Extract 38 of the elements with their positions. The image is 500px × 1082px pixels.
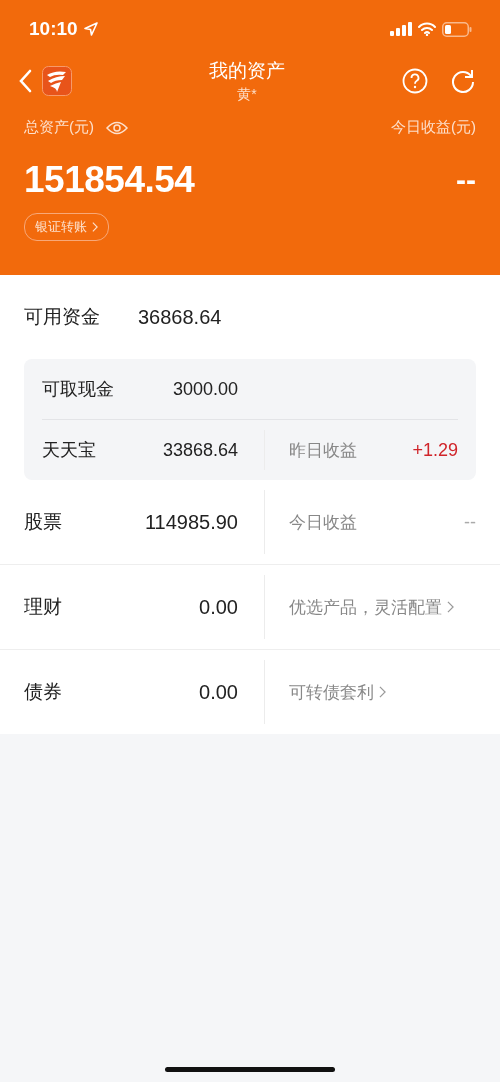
help-icon[interactable] [402,68,428,94]
row-label: 债券 [24,680,62,704]
stat-value: -- [464,511,476,533]
transfer-button[interactable]: 银证转账 [24,213,109,241]
today-income-value: -- [456,163,476,197]
battery-icon [442,21,472,37]
row-label: 天天宝 [42,439,96,462]
total-assets-value: 151854.54 [24,159,195,201]
app-logo-icon[interactable] [42,66,72,96]
row-label: 可取现金 [42,378,114,401]
chevron-right-icon [92,222,98,232]
promo-link[interactable]: 可转债套利 [289,680,386,704]
chevron-right-icon [379,686,386,698]
location-icon [83,22,98,36]
row-value: 114985.90 [144,510,238,534]
status-time: 10:10 [29,18,78,40]
row-value: 36868.64 [138,305,222,329]
back-icon[interactable] [18,69,32,93]
stat-label: 今日收益 [289,511,357,534]
row-value: 0.00 [199,680,238,704]
refresh-icon[interactable] [450,68,476,94]
row-label: 可用资金 [24,305,100,329]
promo-link[interactable]: 优选产品，灵活配置 [289,595,454,619]
row-label: 理财 [24,595,62,619]
eye-icon[interactable] [106,120,128,135]
row-value: 3000.00 [172,378,238,400]
chevron-right-icon [447,601,454,613]
row-label: 股票 [24,510,62,534]
wifi-icon [418,22,436,36]
page-title: 我的资产 [209,59,285,83]
total-assets-label: 总资产(元) [24,118,94,137]
account-name: 黄* [237,86,257,104]
stat-value: +1.29 [412,439,458,461]
stat-label: 昨日收益 [289,439,357,462]
today-income-label: 今日收益(元) [391,118,476,137]
row-value: 0.00 [199,595,238,619]
signal-icon [390,22,412,36]
row-value: 33868.64 [162,439,238,461]
